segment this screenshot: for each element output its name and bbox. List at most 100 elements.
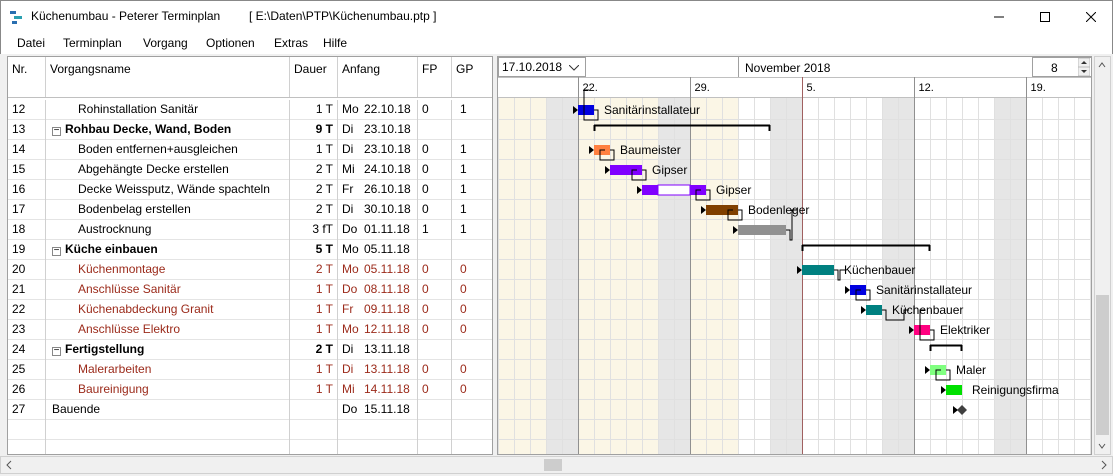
menu-datei[interactable]: Datei [17,36,45,50]
horizontal-scrollbar[interactable] [0,456,1113,474]
scroll-up-icon[interactable] [1095,59,1110,71]
cell-dauer: 2 T [290,340,338,360]
cell-fp: 0 [418,300,452,320]
table-row[interactable]: 18 Austrocknung 3 fT Do 01.11.18 1 1 [8,220,492,240]
table-row[interactable]: 16 Decke Weissputz, Wände spachteln 2 T Fr 2… [8,180,492,200]
collapse-toggle-icon[interactable]: − [52,346,61,356]
menu-hilfe[interactable]: Hilfe [323,36,347,50]
column-header-dauer[interactable]: Dauer [290,57,338,97]
collapse-toggle-icon[interactable]: − [52,126,61,136]
start-day: Di [342,202,354,216]
cell-dauer: 5 T [290,240,338,260]
resource-label: Sanitärinstallateur [876,283,972,297]
cell-fp [418,400,452,420]
vertical-scroll-thumb[interactable] [1096,295,1109,435]
week-label: 12. [919,82,934,94]
collapse-toggle-icon[interactable]: − [52,246,61,256]
app-icon [10,11,22,24]
start-date: 13.11.18 [364,342,410,356]
cell-dauer: 1 T [290,100,338,120]
cell-gp: 1 [460,222,467,236]
cell-anfang: Do 08.11.18 [338,280,418,300]
cell-gp: 1 [460,202,467,216]
start-date: 13.11.18 [364,362,410,376]
cell-fp: 0 [418,280,452,300]
table-row[interactable]: 25 Malerarbeiten 1 T Di 13.11.18 0 0 [8,360,492,380]
cell-gp: 1 [460,142,467,156]
start-day: Mi [342,382,355,396]
day-column [1042,97,1058,454]
start-date: 01.11.18 [364,222,410,236]
table-row[interactable]: 23 Anschlüsse Elektro 1 T Mo 12.11.18 0 0 [8,320,492,340]
scroll-left-icon[interactable] [3,457,15,473]
week-label: 5. [807,82,816,94]
cell-anfang: Mo 22.10.18 [338,100,418,120]
column-header-fp[interactable]: FP [418,57,452,97]
cell-name: Abgehängte Decke erstellen [46,160,290,180]
resource-label: Elektriker [940,323,990,337]
cell-fp: 0 [418,160,452,180]
day-column [786,97,802,454]
scroll-down-icon[interactable] [1095,440,1110,452]
cell-dauer: 2 T [290,200,338,220]
cell-fp: 1 [418,220,452,240]
column-header-nr[interactable]: Nr. [8,57,46,97]
start-date: 05.11.18 [364,242,410,256]
table-row[interactable]: 20 Küchenmontage 2 T Mo 05.11.18 0 0 [8,260,492,280]
table-row[interactable]: 19− Küche einbauen 5 T Mo 05.11.18 [8,240,492,260]
cell-name: Austrocknung [46,220,290,240]
start-day: Mo [342,322,359,336]
task-name: Abgehängte Decke erstellen [78,162,229,176]
cell-anfang: Di 13.11.18 [338,340,418,360]
table-row[interactable]: 26 Baureinigung 1 T Mi 14.11.18 0 0 [8,380,492,400]
column-header-name[interactable]: Vorgangsname [46,57,290,97]
table-row[interactable]: 12 Rohinstallation Sanitär 1 T Mo 22.10.18 0 1 [8,100,492,120]
cell-nr: 13 [8,120,46,140]
day-column [802,97,818,454]
cell-nr: 12 [8,100,46,120]
column-header-anfang[interactable]: Anfang [338,57,418,97]
start-day: Mo [342,262,359,276]
scroll-right-icon[interactable] [1098,457,1110,473]
table-row[interactable]: 15 Abgehängte Decke erstellen 2 T Mi 24.10.1… [8,160,492,180]
resource-label: Bodenleger [748,203,809,217]
cell-name: Küchenmontage [46,260,290,280]
maximize-button[interactable] [1022,1,1068,33]
cell-name: Baureinigung [46,380,290,400]
cell-name: Malerarbeiten [46,360,290,380]
cell-name: Decke Weissputz, Wände spachteln [46,180,290,200]
horizontal-scroll-thumb[interactable] [544,459,562,471]
menu-extras[interactable]: Extras [274,36,308,50]
cell-fp: 0 [418,200,452,220]
menu-terminplan[interactable]: Terminplan [63,36,122,50]
vertical-scrollbar[interactable] [1094,56,1111,455]
table-row[interactable]: 14 Boden entfernen+ausgleichen 1 T Di 23.10.… [8,140,492,160]
menu-optionen[interactable]: Optionen [206,36,255,50]
day-column [978,97,994,454]
minimize-button[interactable] [976,1,1022,33]
menu-bar: Datei Terminplan Vorgang Optionen Extras… [0,32,1113,54]
task-name: Küche einbauen [65,242,158,256]
close-button[interactable] [1068,1,1113,33]
cell-anfang: Di 30.10.18 [338,200,418,220]
cell-anfang: Fr 09.11.18 [338,300,418,320]
cell-nr: 25 [8,360,46,380]
table-row[interactable]: 21 Anschlüsse Sanitär 1 T Do 08.11.18 0 0 [8,280,492,300]
day-column [706,97,722,454]
close-icon [1086,12,1096,22]
table-row[interactable]: 22 Küchenabdeckung Granit 1 T Fr 09.11.18 0 0 [8,300,492,320]
task-name: Bauende [52,402,101,416]
table-row[interactable]: 24− Fertigstellung 2 T Di 13.11.18 [8,340,492,360]
column-header-gp[interactable]: GP [452,57,492,97]
menu-vorgang[interactable]: Vorgang [143,36,188,50]
start-date: 15.11.18 [364,402,410,416]
table-row[interactable]: 27 Bauende Do 15.11.18 [8,400,492,420]
task-name: Rohbau Decke, Wand, Boden [65,122,232,136]
table-row[interactable]: 13− Rohbau Decke, Wand, Boden 9 T Di 23.10.1… [8,120,492,140]
empty-row [8,440,492,454]
cell-gp: 0 [460,302,467,316]
task-bar [914,325,930,335]
task-bar [642,185,658,195]
table-row[interactable]: 17 Bodenbelag erstellen 2 T Di 30.10.18 0 1 [8,200,492,220]
cell-anfang: Di 23.10.18 [338,120,418,140]
